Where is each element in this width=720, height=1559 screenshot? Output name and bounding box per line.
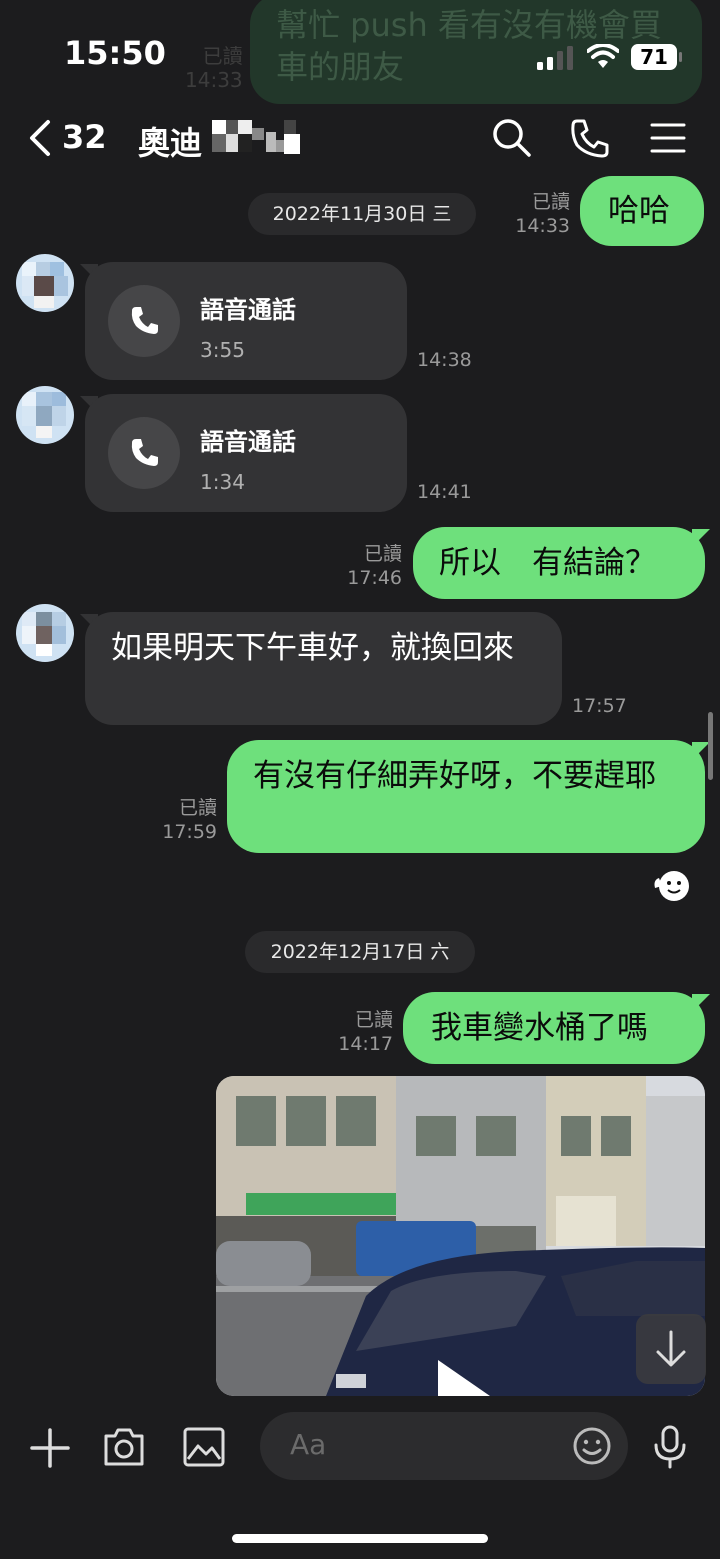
date-separator: 2022年11月30日 三 <box>248 193 476 235</box>
emoji-icon[interactable] <box>572 1426 612 1466</box>
voice-call-card[interactable]: 語音通話 3:55 <box>85 262 407 380</box>
wifi-icon <box>587 44 619 68</box>
avatar[interactable] <box>16 254 74 312</box>
call-icon <box>131 439 158 466</box>
read-label: 已讀 <box>354 1009 393 1031</box>
avatar-mosaic <box>16 386 74 444</box>
message-time: 17:57 <box>572 695 627 717</box>
play-icon[interactable] <box>430 1356 496 1396</box>
message-bubble-incoming[interactable]: 如果明天下午車好，就換回來 <box>85 612 562 725</box>
message-bubble-outgoing[interactable]: 所以 有結論？ <box>413 527 705 599</box>
read-label: 已讀 <box>178 797 217 819</box>
microphone-icon[interactable] <box>652 1424 688 1470</box>
message-time: 14:33 <box>515 215 570 237</box>
search-icon[interactable] <box>490 116 534 160</box>
avatar[interactable] <box>16 386 74 444</box>
image-icon[interactable] <box>182 1426 226 1468</box>
camera-icon[interactable] <box>102 1426 146 1468</box>
scrollbar-thumb[interactable] <box>708 712 713 780</box>
street-photo <box>216 1076 705 1396</box>
message-time: 17:46 <box>347 567 402 589</box>
plus-icon[interactable] <box>28 1426 72 1470</box>
scroll-down-icon <box>656 1330 686 1367</box>
call-icon <box>131 307 158 334</box>
back-unread-count[interactable]: 32 <box>62 118 107 156</box>
call-icon-circle <box>108 417 180 489</box>
message-time: 14:41 <box>417 481 472 503</box>
menu-icon[interactable] <box>646 116 690 160</box>
m4-meta: 已讀 17:59 <box>145 796 217 844</box>
phone-icon[interactable] <box>568 116 612 160</box>
read-label: 已讀 <box>363 543 402 565</box>
name-mosaic-censor <box>212 120 300 154</box>
read-label: 已讀 <box>531 191 570 213</box>
avatar-mosaic <box>16 254 74 312</box>
message-time: 17:59 <box>162 821 217 843</box>
message-time: 14:38 <box>417 349 472 371</box>
video-thumbnail[interactable] <box>216 1076 705 1396</box>
back-chevron-icon[interactable] <box>24 116 64 160</box>
previous-message-meta: 已讀 14:33 <box>185 44 243 92</box>
m1-meta: 已讀 14:33 <box>500 190 570 238</box>
date-separator: 2022年12月17日 六 <box>245 931 475 973</box>
previous-time: 14:33 <box>185 68 243 92</box>
call-icon-circle <box>108 285 180 357</box>
status-time: 15:50 <box>64 34 166 72</box>
call-duration: 1:34 <box>200 470 245 494</box>
scroll-to-bottom-button[interactable] <box>636 1314 706 1384</box>
message-bubble-outgoing[interactable]: 哈哈 <box>580 176 704 246</box>
message-input[interactable]: Aa <box>260 1412 628 1480</box>
previous-read-label: 已讀 <box>202 44 243 68</box>
battery-indicator: 71 <box>631 44 682 70</box>
message-bubble-outgoing[interactable]: 有沒有仔細弄好呀，不要趕耶 <box>227 740 705 853</box>
call-title: 語音通話 <box>200 296 296 324</box>
chat-title: 奧迪 <box>138 124 203 162</box>
message-time: 14:17 <box>338 1033 393 1055</box>
message-bubble-outgoing[interactable]: 我車變水桶了嗎 <box>403 992 705 1064</box>
call-duration: 3:55 <box>200 338 245 362</box>
avatar-mosaic <box>16 604 74 662</box>
voice-call-card[interactable]: 語音通話 1:34 <box>85 394 407 512</box>
m5-meta: 已讀 14:17 <box>322 1008 393 1056</box>
home-indicator <box>232 1534 488 1543</box>
call-title: 語音通話 <box>200 428 296 456</box>
cellular-signal-icon <box>537 46 573 70</box>
sticker-reaction-icon[interactable] <box>652 868 692 904</box>
avatar[interactable] <box>16 604 74 662</box>
m2-meta: 已讀 17:46 <box>330 542 402 590</box>
message-input-placeholder: Aa <box>290 1428 327 1461</box>
